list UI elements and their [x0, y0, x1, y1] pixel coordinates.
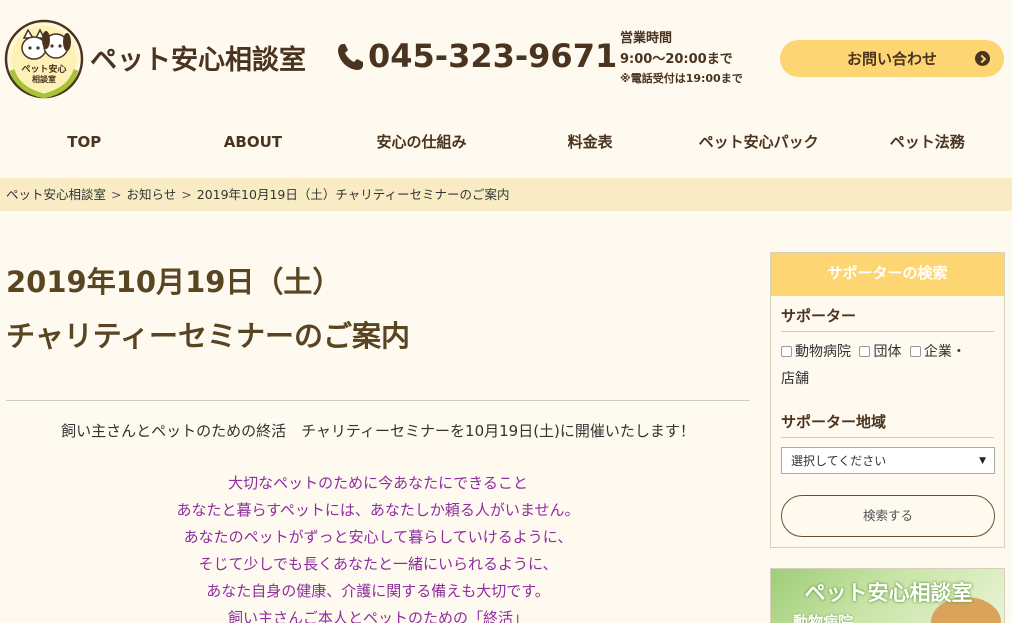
svg-text:相談室: 相談室 [32, 74, 56, 84]
site-header: ペット安心 相談室 ペット安心相談室 045-323-9671 営業時間 9:0… [0, 0, 1012, 118]
nav-item-pack[interactable]: ペット安心パック [674, 122, 843, 162]
nav-item-pricing[interactable]: 料金表 [506, 122, 675, 162]
option-group[interactable]: 団体 [873, 344, 901, 360]
nav-item-top[interactable]: TOP [0, 122, 169, 162]
checkbox-company[interactable] [909, 346, 921, 357]
banner-subtitle: 動物病院 [793, 613, 854, 623]
search-button[interactable]: 検索する [781, 495, 995, 537]
region-select-value: 選択してください [791, 454, 887, 468]
page-title: 2019年10月19日（土） チャリティーセミナーのご案内 [6, 255, 746, 363]
title-divider [6, 400, 750, 401]
banner-title: ペット安心相談室 [804, 581, 973, 605]
breadcrumb-section[interactable]: お知らせ [127, 187, 177, 202]
message-line: 飼い主さんご本人とペットのための「終活」 [227, 609, 528, 623]
chevron-right-icon [975, 51, 990, 66]
message-line: あなた自身の健康、介護に関する備えも大切です。 [206, 582, 550, 600]
checkbox-group[interactable] [859, 346, 871, 357]
contact-button[interactable]: お問い合わせ [780, 40, 1004, 77]
main-nav: TOP ABOUT 安心の仕組み 料金表 ペット安心パック ペット法務 [0, 122, 1012, 162]
hours-time: 9:00〜20:00まで [620, 52, 733, 67]
highlight-message: 大切なペットのために今あなたにできること あなたと暮らすペットには、あなたしか頼… [6, 470, 750, 623]
nav-item-about[interactable]: ABOUT [169, 122, 338, 162]
hours-note: ※電話受付は19:00まで [620, 72, 743, 85]
title-line-1: 2019年10月19日（土） [6, 265, 342, 299]
caret-down-icon: ▼ [979, 456, 986, 466]
logo-icon[interactable]: ペット安心 相談室 [4, 18, 84, 100]
breadcrumb-home[interactable]: ペット安心相談室 [6, 187, 106, 202]
breadcrumb-current: 2019年10月19日（土）チャリティーセミナーのご案内 [196, 187, 510, 202]
site-brand[interactable]: ペット安心相談室 [90, 38, 306, 77]
supporter-options: 動物病院 団体 企業・ [781, 339, 996, 366]
region-label: サポーター地域 [781, 413, 887, 431]
checkbox-hospital[interactable] [781, 346, 792, 357]
message-line: あなたと暮らすペットには、あなたしか頼る人がいません。 [176, 501, 580, 519]
intro-text: 飼い主さんとペットのための終活 チャリティーセミナーを10月19日(土)に開催い… [61, 422, 695, 440]
supporter-search-heading: サポーターの検索 [771, 253, 1004, 296]
supporter-divider [781, 331, 994, 332]
title-line-2: チャリティーセミナーのご案内 [6, 319, 410, 353]
message-line: あなたのペットがずっと安心して暮らしていけるように、 [183, 528, 573, 546]
phone-number[interactable]: 045-323-9671 [368, 37, 617, 75]
phone-icon [338, 44, 363, 70]
nav-item-legal[interactable]: ペット法務 [843, 122, 1012, 162]
message-line: 大切なペットのために今あなたにできること [228, 474, 528, 492]
hours-label: 営業時間 [620, 31, 673, 46]
option-hospital[interactable]: 動物病院 [795, 344, 851, 360]
message-line: そじて少しでも長くあなたと一緒にいられるように、 [198, 555, 558, 573]
region-divider [781, 437, 994, 438]
svg-text:ペット安心: ペット安心 [21, 63, 66, 75]
region-select[interactable]: 選択してください ▼ [781, 447, 995, 474]
contact-label: お問い合わせ [846, 50, 937, 68]
breadcrumb: ペット安心相談室 > お知らせ >2019年10月19日（土）チャリティーセミナーのご… [0, 178, 1012, 211]
supporter-search-panel: サポーターの検索 サポーター 動物病院 団体 企業・ 店舗 サポーター地域 選択… [770, 252, 1005, 548]
breadcrumb-separator: > [111, 187, 122, 202]
breadcrumb-separator: > [181, 187, 192, 202]
supporter-label: サポーター [781, 307, 857, 325]
option-store[interactable]: 店舗 [781, 366, 996, 393]
sidebar-banner[interactable]: ペット安心相談室 動物病院 [770, 568, 1005, 623]
option-company[interactable]: 企業・ [924, 344, 966, 360]
business-hours: 営業時間 9:00〜20:00まで ※電話受付は19:00まで [620, 28, 743, 88]
nav-item-system[interactable]: 安心の仕組み [337, 122, 506, 162]
